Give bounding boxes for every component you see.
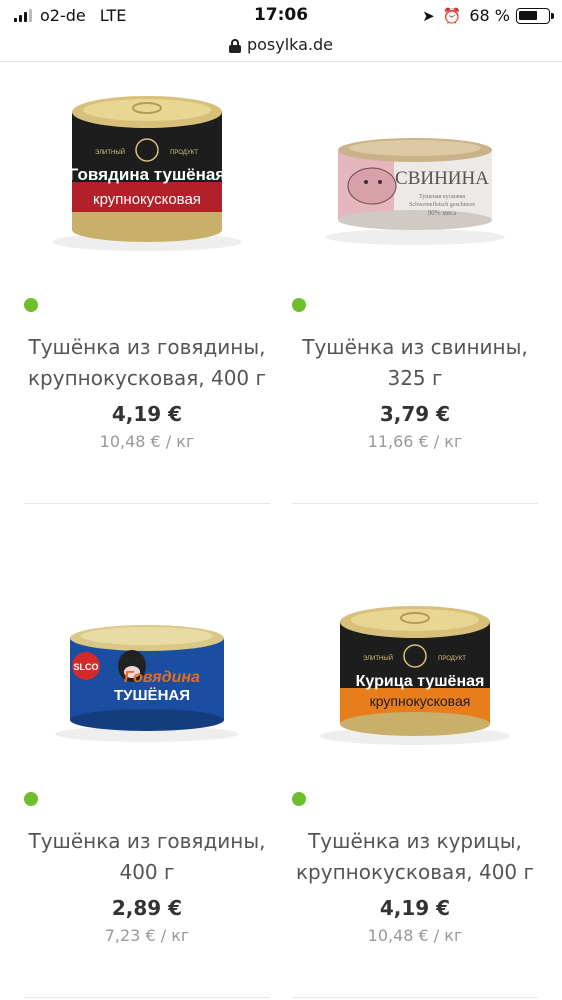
- battery-icon: [516, 7, 554, 24]
- product-name[interactable]: Тушёнка из курицы, крупнокусковая, 400 г: [292, 826, 538, 888]
- row-divider: [24, 997, 270, 998]
- svg-text:Говядина тушёная: Говядина тушёная: [69, 165, 225, 184]
- product-price: 4,19 €: [379, 896, 451, 920]
- canned-beef-chunks-image[interactable]: Говядина тушёная крупнокусковая ЭЛИТНЫЙ …: [34, 82, 260, 257]
- availability-dot: [292, 792, 306, 806]
- svg-text:ПРОДУКТ: ПРОДУКТ: [170, 150, 198, 156]
- location-arrow-icon: ➤: [422, 6, 435, 25]
- product-name[interactable]: Тушёнка из говядины, крупнокусковая, 400…: [24, 332, 270, 394]
- product-card[interactable]: Говядина тушёная крупнокусковая ЭЛИТНЫЙ …: [24, 62, 270, 502]
- status-right: ➤ ⏰ 68 %: [422, 6, 554, 25]
- unit-price: 7,23 € / кг: [104, 926, 190, 945]
- svg-text:SLCO: SLCO: [73, 662, 98, 672]
- svg-text:ТУШЁНАЯ: ТУШЁНАЯ: [114, 687, 190, 704]
- svg-text:ПРОДУКТ: ПРОДУКТ: [438, 656, 466, 662]
- availability-dot: [292, 298, 306, 312]
- status-bar: o2-de LTE 17:06 ➤ ⏰ 68 %: [0, 0, 562, 30]
- canned-pork-image[interactable]: СВИНИНА Тушеная кусковая Schweinefleisch…: [302, 82, 528, 257]
- svg-text:крупнокусковая: крупнокусковая: [370, 693, 471, 709]
- svg-text:90% мяса: 90% мяса: [428, 209, 457, 217]
- canned-chicken-image[interactable]: ЭЛИТНЫЙ ПРОДУКТ Курица тушёная крупнокус…: [302, 576, 528, 751]
- svg-text:ЭЛИТНЫЙ: ЭЛИТНЫЙ: [95, 148, 125, 156]
- availability-dot: [24, 792, 38, 806]
- alarm-clock-icon: ⏰: [442, 6, 462, 25]
- url-text: posylka.de: [246, 34, 334, 54]
- availability-dot: [24, 298, 38, 312]
- address-bar[interactable]: posylka.de: [0, 30, 562, 58]
- battery-percent: 68 %: [469, 6, 510, 25]
- product-card[interactable]: SLCO Говядина ТУШЁНАЯ Тушёнка из говядин…: [24, 556, 270, 996]
- svg-text:ЭЛИТНЫЙ: ЭЛИТНЫЙ: [363, 654, 393, 662]
- svg-text:Schweinefleisch geschmort: Schweinefleisch geschmort: [409, 201, 475, 208]
- product-name[interactable]: Тушёнка из говядины, 400 г: [24, 826, 270, 888]
- svg-text:СВИНИНА: СВИНИНА: [395, 168, 489, 189]
- product-price: 2,89 €: [111, 896, 183, 920]
- unit-price: 10,48 € / кг: [99, 432, 195, 451]
- unit-price: 11,66 € / кг: [367, 432, 463, 451]
- product-card[interactable]: ЭЛИТНЫЙ ПРОДУКТ Курица тушёная крупнокус…: [292, 556, 538, 996]
- unit-price: 10,48 € / кг: [367, 926, 463, 945]
- product-name[interactable]: Тушёнка из свинины, 325 г: [292, 332, 538, 394]
- svg-text:крупнокусковая: крупнокусковая: [93, 191, 201, 208]
- row-divider: [292, 503, 538, 504]
- battery-fill: [519, 10, 537, 20]
- svg-text:Курица тушёная: Курица тушёная: [356, 673, 485, 690]
- svg-text:Говядина: Говядина: [124, 669, 200, 686]
- product-card[interactable]: СВИНИНА Тушеная кусковая Schweinefleisch…: [292, 62, 538, 502]
- row-divider: [24, 503, 270, 504]
- lock-icon: [228, 38, 241, 53]
- svg-text:Тушеная кусковая: Тушеная кусковая: [419, 194, 465, 200]
- product-price: 4,19 €: [111, 402, 183, 426]
- row-divider: [292, 997, 538, 998]
- canned-beef-image[interactable]: SLCO Говядина ТУШЁНАЯ: [34, 576, 260, 751]
- product-price: 3,79 €: [379, 402, 451, 426]
